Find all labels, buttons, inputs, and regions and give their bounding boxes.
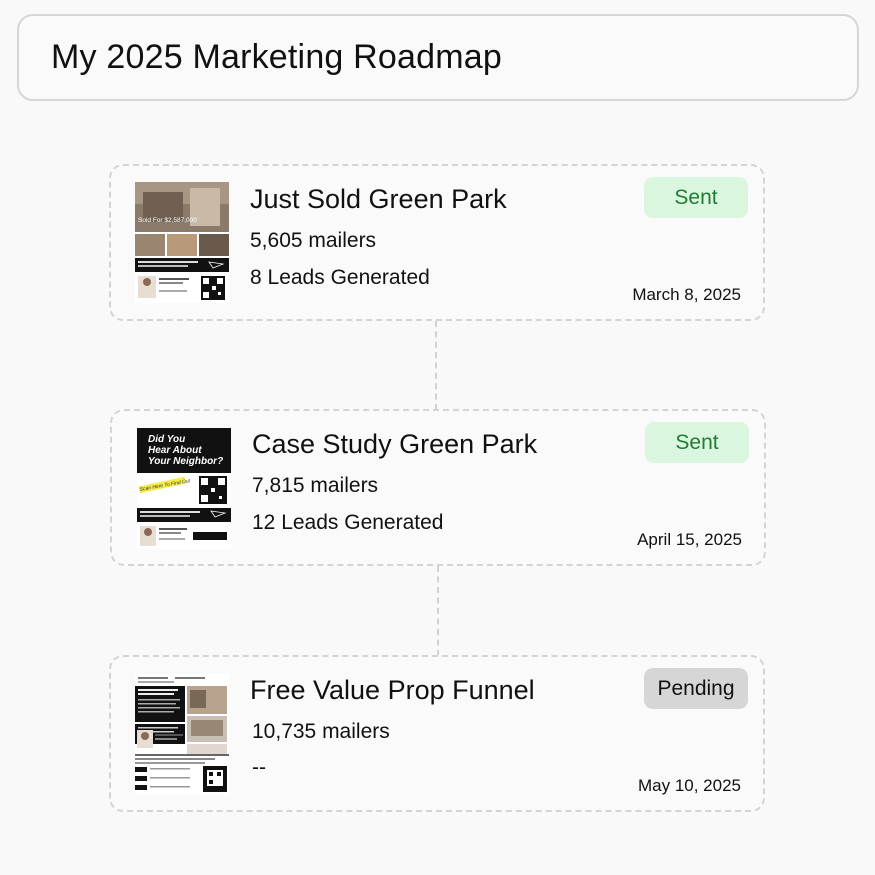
- postcard-preview-image: [135, 674, 229, 795]
- campaign-card[interactable]: Sold For $2,587,000 Just Sold Green Park…: [109, 164, 765, 321]
- campaign-mailers: 10,735 mailers: [252, 720, 390, 743]
- page-header: My 2025 Marketing Roadmap: [17, 14, 859, 101]
- campaign-title: Case Study Green Park: [252, 429, 538, 459]
- campaign-title: Just Sold Green Park: [250, 184, 507, 214]
- status-badge: Sent: [645, 422, 749, 463]
- campaign-card[interactable]: Free Value Prop Funnel 10,735 mailers --…: [109, 655, 765, 812]
- campaign-leads: 12 Leads Generated: [252, 511, 444, 534]
- campaign-date: March 8, 2025: [632, 285, 741, 304]
- campaign-date: May 10, 2025: [637, 776, 741, 795]
- thumb-price-text: Sold For $2,587,000: [138, 217, 197, 224]
- status-badge: Pending: [644, 668, 748, 709]
- page-title: My 2025 Marketing Roadmap: [51, 38, 503, 76]
- campaign-thumbnail[interactable]: [135, 674, 229, 795]
- campaign-title: Free Value Prop Funnel: [250, 675, 535, 705]
- timeline-connector: [435, 321, 437, 410]
- campaign-thumbnail[interactable]: Did You Hear About Your Neighbor? Scan H…: [137, 428, 231, 549]
- thumb-headline-2: Hear About: [148, 445, 202, 456]
- thumb-headline-3: Your Neighbor?: [148, 456, 223, 467]
- campaign-thumbnail[interactable]: Sold For $2,587,000: [135, 182, 229, 303]
- campaign-leads: 8 Leads Generated: [250, 266, 430, 289]
- postcard-preview-image: Did You Hear About Your Neighbor? Scan H…: [137, 428, 231, 549]
- campaign-mailers: 5,605 mailers: [250, 229, 377, 252]
- postcard-preview-image: Sold For $2,587,000: [135, 182, 229, 303]
- timeline-connector: [437, 566, 439, 656]
- campaign-card[interactable]: Did You Hear About Your Neighbor? Scan H…: [110, 409, 766, 566]
- campaign-leads: --: [252, 756, 266, 779]
- roadmap-page: My 2025 Marketing Roadmap Sold For $2,58…: [0, 0, 875, 875]
- campaign-mailers: 7,815 mailers: [252, 474, 379, 497]
- status-badge: Sent: [644, 177, 748, 218]
- thumb-headline-1: Did You: [148, 434, 185, 445]
- campaign-date: April 15, 2025: [637, 530, 742, 549]
